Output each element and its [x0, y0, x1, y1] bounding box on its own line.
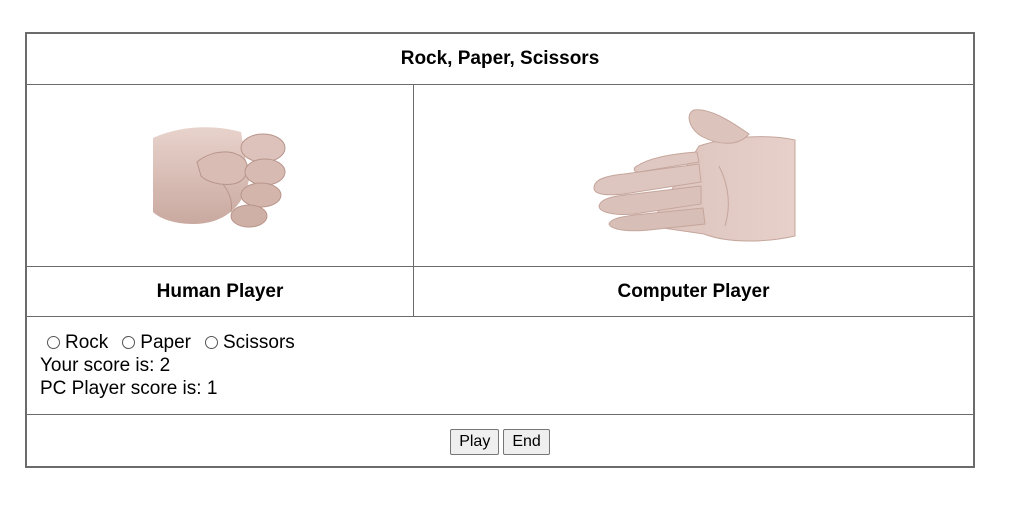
rock-radio-label: Rock: [65, 332, 109, 353]
rock-radio[interactable]: [47, 336, 60, 349]
choice-panel: Rock Paper Scissors Your score is: 2 PC …: [27, 317, 973, 414]
human-hand-cell: [27, 85, 413, 266]
pc-score-text: PC Player score is: 1: [40, 378, 218, 399]
end-button[interactable]: End: [503, 428, 550, 455]
paper-radio-label: Paper: [140, 332, 191, 353]
scissors-radio[interactable]: [205, 336, 218, 349]
paper-radio[interactable]: [122, 336, 136, 349]
play-button[interactable]: Play: [450, 428, 500, 455]
rock-hand-image: [152, 126, 285, 227]
computer-hand-cell: [414, 85, 973, 266]
paper-hand-image: [592, 108, 795, 241]
your-score-text: Your score is: 2: [40, 355, 171, 376]
computer-player-label: Computer Player: [617, 280, 770, 302]
human-player-label: Human Player: [156, 280, 284, 302]
choice-radio-group: Rock Paper Scissors: [40, 331, 973, 354]
scissors-radio-label: Scissors: [223, 332, 295, 353]
game-title: Rock, Paper, Scissors: [400, 48, 600, 69]
button-bar: Play End: [27, 415, 973, 468]
game-table: Rock, Paper, Scissors Human Player Compu…: [25, 32, 975, 468]
